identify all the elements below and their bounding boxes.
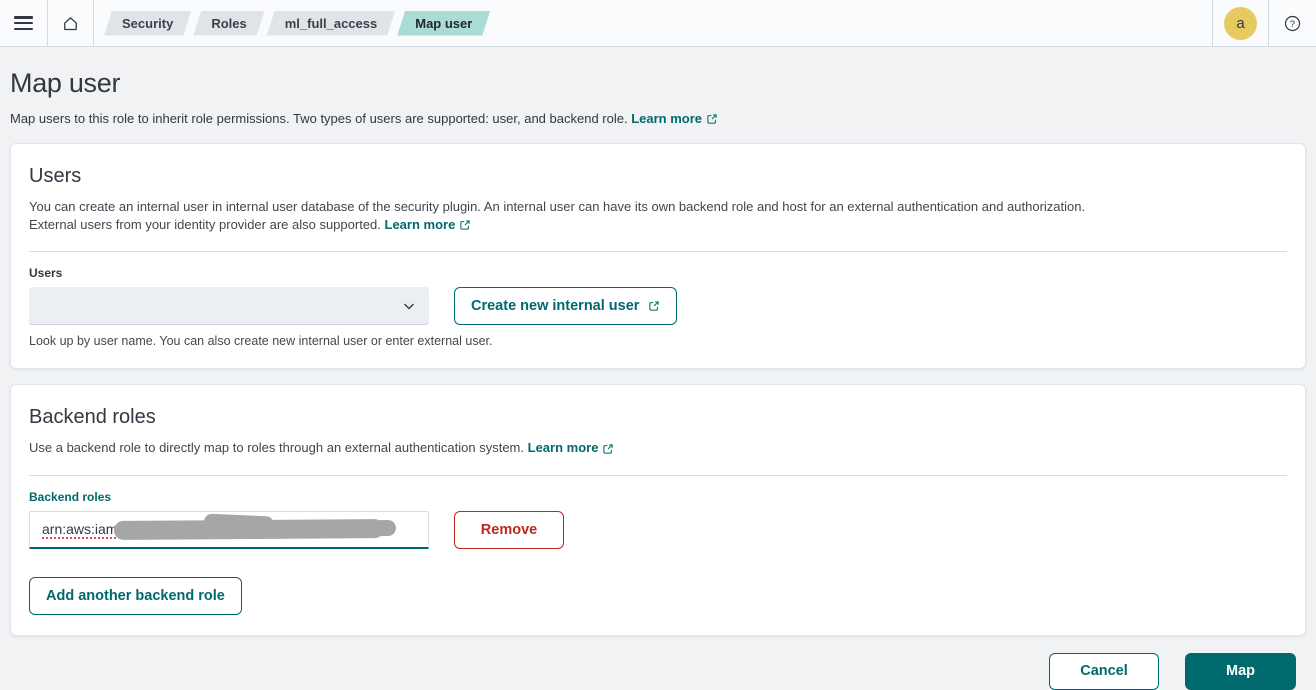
help-icon: ? [1284, 15, 1301, 32]
learn-more-label: Learn more [527, 440, 599, 456]
backend-learn-more-link[interactable]: Learn more [528, 439, 615, 457]
backend-panel-description: Use a backend role to directly map to ro… [29, 439, 1287, 457]
backend-role-input-value: arn:aws:iam [42, 521, 118, 538]
create-internal-user-button[interactable]: Create new internal user [454, 287, 678, 326]
remove-backend-role-button[interactable]: Remove [454, 510, 564, 549]
backend-roles-field-label: Backend roles [29, 489, 112, 504]
cancel-button[interactable]: Cancel [1049, 652, 1159, 690]
panel-divider [29, 251, 1287, 253]
page-title: Map user [10, 68, 121, 98]
users-learn-more-link[interactable]: Learn more [385, 216, 472, 234]
page-description-text: Map users to this role to inherit role p… [10, 111, 628, 126]
learn-more-label: Learn more [384, 217, 456, 232]
page-description: Map users to this role to inherit role p… [10, 110, 1306, 128]
header-divider [1212, 0, 1213, 46]
nav-menu-button[interactable] [0, 0, 47, 46]
backend-role-input[interactable]: arn:aws:iam [29, 510, 429, 549]
backend-panel-title: Backend roles [29, 406, 156, 429]
home-button[interactable] [48, 0, 93, 46]
page-header: Map user Map users to this role to inher… [10, 68, 1306, 128]
create-internal-user-label: Create new internal user [471, 298, 640, 315]
external-link-icon [460, 220, 470, 230]
top-header: Security Roles ml_full_access Map user a… [0, 0, 1316, 47]
users-description-line1: You can create an internal user in inter… [29, 198, 1086, 214]
svg-text:?: ? [1290, 18, 1295, 28]
breadcrumb-map-user: Map user [397, 11, 490, 36]
external-link-icon [603, 444, 614, 454]
redaction-scribble [113, 518, 385, 540]
backend-roles-panel: Backend roles Use a backend role to dire… [10, 384, 1306, 636]
panel-divider [29, 474, 1287, 476]
users-panel: Users You can create an internal user in… [10, 142, 1306, 370]
chevron-down-icon [404, 303, 414, 310]
home-icon [62, 15, 79, 32]
users-panel-description: You can create an internal user in inter… [29, 198, 1287, 235]
breadcrumb-security[interactable]: Security [104, 11, 191, 36]
backend-description-text: Use a backend role to directly map to ro… [29, 440, 524, 456]
breadcrumb: Security Roles ml_full_access Map user [94, 11, 1212, 36]
breadcrumb-ml-full-access[interactable]: ml_full_access [267, 11, 396, 36]
add-backend-role-button[interactable]: Add another backend role [29, 576, 242, 615]
users-help-text: Look up by user name. You can also creat… [29, 334, 493, 349]
learn-more-label: Learn more [631, 111, 703, 126]
users-panel-title: Users [29, 164, 82, 187]
help-button[interactable]: ? [1269, 0, 1316, 46]
main-content: Map user Map users to this role to inher… [0, 68, 1316, 690]
user-avatar[interactable]: a [1224, 6, 1257, 40]
users-combobox[interactable] [29, 287, 429, 326]
external-link-icon [649, 301, 660, 312]
external-link-icon [707, 114, 717, 124]
form-actions: Cancel Map [20, 652, 1296, 690]
hamburger-menu-icon [14, 16, 33, 30]
learn-more-link[interactable]: Learn more [631, 110, 718, 128]
users-description-line2: External users from your identity provid… [29, 217, 381, 232]
map-button[interactable]: Map [1185, 652, 1296, 690]
users-field-label: Users [29, 266, 63, 281]
breadcrumb-roles[interactable]: Roles [193, 11, 264, 36]
